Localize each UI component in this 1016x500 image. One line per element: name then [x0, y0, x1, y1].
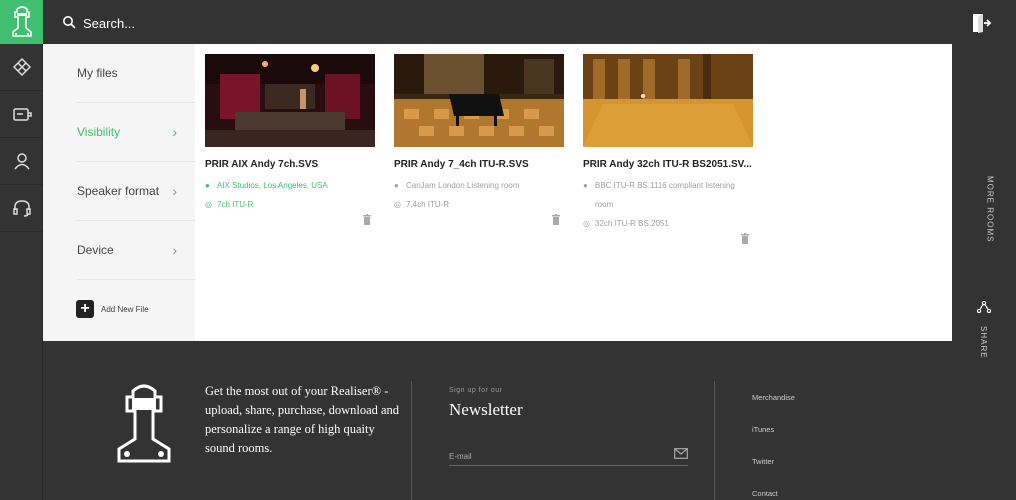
share-button[interactable]: SHARE — [979, 326, 988, 359]
search-icon[interactable] — [62, 15, 76, 29]
user-icon — [13, 153, 30, 170]
location-pin-icon: ● — [394, 181, 399, 190]
file-location-text: CanJam London Listening room — [406, 181, 520, 190]
speaker-format-icon: ◎ — [583, 219, 590, 228]
search-input[interactable] — [83, 12, 483, 34]
headset-icon — [12, 200, 31, 217]
footer-link-twitter[interactable]: Twitter — [752, 456, 795, 488]
realiser-logo-icon — [11, 6, 32, 37]
file-format-text: 7ch ITU-R — [217, 200, 254, 209]
location-pin-icon: ● — [205, 181, 210, 190]
footer-link-merchandise[interactable]: Merchandise — [752, 392, 795, 424]
device-icon — [12, 108, 32, 121]
files-panel: My files Visibility › Speaker format › D… — [43, 44, 952, 341]
trash-icon[interactable] — [740, 233, 750, 244]
trash-icon[interactable] — [551, 214, 561, 225]
sidebar-item-device[interactable]: Device › — [77, 221, 195, 280]
right-rail: MORE ROOMS SHARE — [952, 44, 1016, 500]
file-location-text: AIX Studios, Los Angeles, USA — [217, 181, 328, 190]
footer-link-contact[interactable]: Contact — [752, 488, 795, 500]
file-title[interactable]: PRIR AIX Andy 7ch.SVS — [205, 159, 375, 170]
file-title[interactable]: PRIR Andy 7_4ch ITU-R.SVS — [394, 159, 564, 170]
file-card[interactable]: PRIR AIX Andy 7ch.SVS ● AIX Studios, Los … — [205, 54, 375, 225]
chevron-right-icon: › — [172, 242, 177, 258]
file-format: ◎ 7.4ch ITU-R — [394, 195, 564, 214]
room-thumbnail — [205, 54, 375, 147]
email-field[interactable] — [449, 447, 649, 466]
file-format-text: 7.4ch ITU-R — [406, 200, 450, 209]
file-card[interactable]: PRIR Andy 7_4ch ITU-R.SVS ● CanJam London… — [394, 54, 564, 225]
footer-link-itunes[interactable]: iTunes — [752, 424, 795, 456]
more-rooms-button[interactable]: MORE ROOMS — [984, 176, 996, 246]
speaker-format-icon: ◎ — [205, 200, 212, 209]
footer-links: Merchandise iTunes Twitter Contact — [752, 392, 795, 500]
location-pin-icon: ● — [583, 181, 588, 190]
speaker-format-icon: ◎ — [394, 200, 401, 209]
sidebar-item-label: Visibility — [77, 125, 121, 139]
chevron-right-icon: › — [172, 183, 177, 199]
email-field-wrapper — [449, 446, 688, 466]
file-location-text: BBC ITU-R BS.1116 compliant listening ro… — [595, 181, 735, 209]
mail-icon[interactable] — [674, 448, 688, 459]
rail-account-button[interactable] — [0, 138, 43, 185]
room-thumbnail — [394, 54, 564, 147]
realiser-logo-button[interactable] — [0, 0, 43, 44]
footer-tagline: Get the most out of your Realiser® - upl… — [205, 384, 400, 455]
file-location: ● AIX Studios, Los Angeles, USA — [205, 176, 375, 195]
sidebar-item-label: Speaker format — [77, 184, 160, 198]
diamond-grid-icon — [12, 57, 31, 77]
file-title[interactable]: PRIR Andy 32ch ITU-R BS2051.SV... — [583, 159, 753, 170]
top-bar — [43, 0, 1016, 44]
sidebar-item-label: Device — [77, 243, 114, 257]
footer-divider — [411, 381, 412, 500]
sidebar-item-speaker-format[interactable]: Speaker format › — [77, 162, 195, 221]
file-location: ● CanJam London Listening room — [394, 176, 564, 195]
filter-sidebar: My files Visibility › Speaker format › D… — [43, 44, 195, 341]
logout-icon[interactable] — [970, 12, 992, 34]
footer-divider — [714, 381, 715, 500]
left-rail — [0, 0, 43, 500]
chevron-right-icon: › — [172, 124, 177, 140]
newsletter-kicker: Sign up for our — [449, 387, 503, 394]
rail-rooms-button[interactable] — [0, 44, 43, 91]
share-icon[interactable] — [977, 301, 991, 313]
realiser-footer-logo-icon — [117, 384, 171, 463]
trash-icon[interactable] — [362, 214, 372, 225]
sidebar-item-visibility[interactable]: Visibility › — [77, 103, 195, 162]
file-format: ◎ 32ch ITU-R BS.2051 — [583, 214, 753, 233]
rail-support-button[interactable] — [0, 185, 43, 232]
sidebar-item-my-files[interactable]: My files — [77, 44, 195, 103]
plus-icon: + — [76, 300, 94, 318]
newsletter-title: Newsletter — [449, 400, 523, 419]
file-card[interactable]: PRIR Andy 32ch ITU-R BS2051.SV... ● BBC I… — [583, 54, 753, 244]
sidebar-item-label: My files — [77, 66, 118, 80]
room-thumbnail — [583, 54, 753, 147]
add-new-file-button[interactable]: + Add New File — [76, 300, 149, 318]
file-location: ● BBC ITU-R BS.1116 compliant listening r… — [583, 176, 753, 214]
add-new-file-label: Add New File — [101, 304, 149, 314]
file-grid: PRIR AIX Andy 7ch.SVS ● AIX Studios, Los … — [195, 44, 952, 341]
rail-device-button[interactable] — [0, 91, 43, 138]
file-format-text: 32ch ITU-R BS.2051 — [595, 219, 669, 228]
file-format: ◎ 7ch ITU-R — [205, 195, 375, 214]
